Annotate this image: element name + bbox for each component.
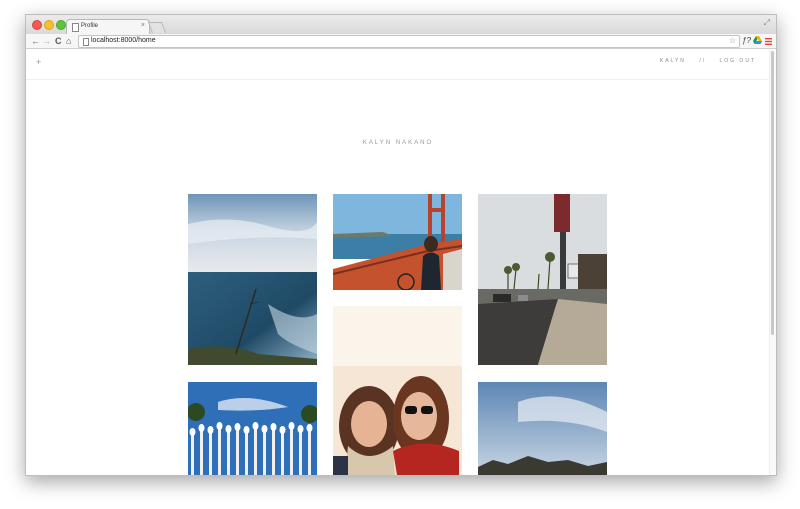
- nav-separator: //: [699, 58, 707, 64]
- title-bar: Profile × ⤢: [26, 15, 776, 35]
- nav-user-link[interactable]: KALYN: [660, 58, 686, 64]
- drive-extension-icon[interactable]: [753, 36, 762, 48]
- scrollbar[interactable]: [769, 49, 776, 475]
- logout-link[interactable]: LOG OUT: [719, 58, 756, 64]
- close-window-button[interactable]: [32, 20, 42, 30]
- scrollbar-thumb[interactable]: [771, 51, 774, 335]
- photo-lamp-posts[interactable]: [188, 382, 317, 475]
- zoom-window-button[interactable]: [56, 20, 66, 30]
- url-text: localhost:8000/home: [91, 37, 156, 44]
- new-tab-button[interactable]: [147, 22, 167, 33]
- script-extension-icon[interactable]: ƒ?: [742, 35, 751, 47]
- page-info-icon: [83, 38, 89, 46]
- tab-close-icon[interactable]: ×: [141, 22, 145, 29]
- page-content: + KALYN // LOG OUT KALYN NAKANO: [26, 49, 776, 475]
- add-icon[interactable]: +: [36, 57, 41, 67]
- browser-tab[interactable]: Profile ×: [66, 19, 150, 35]
- photo-ocean-cliff[interactable]: [188, 194, 317, 365]
- site-nav: KALYN // LOG OUT: [660, 58, 756, 64]
- fullscreen-icon[interactable]: ⤢: [764, 18, 770, 28]
- photo-golden-gate[interactable]: [333, 194, 462, 290]
- reload-button[interactable]: C: [55, 35, 62, 47]
- address-bar[interactable]: localhost:8000/home ☆: [78, 35, 740, 48]
- bookmark-star-icon[interactable]: ☆: [729, 36, 736, 45]
- header-divider: [26, 79, 770, 80]
- tab-title: Profile: [81, 23, 99, 29]
- photo-street-palms[interactable]: [478, 194, 607, 365]
- back-button[interactable]: ←: [31, 35, 40, 47]
- photo-selfie-friends[interactable]: [333, 306, 462, 475]
- profile-name: KALYN NAKANO: [362, 140, 434, 146]
- page-icon: [72, 23, 79, 32]
- browser-toolbar: ← → C ⌂ localhost:8000/home ☆ ƒ?: [26, 34, 776, 49]
- home-button[interactable]: ⌂: [66, 35, 71, 47]
- browser-window: Profile × ⤢ ← → C ⌂ localhost:8000/home …: [25, 14, 777, 476]
- menu-icon[interactable]: [765, 37, 772, 49]
- photo-hills-sky[interactable]: [478, 382, 607, 475]
- forward-button[interactable]: →: [42, 35, 51, 47]
- minimize-window-button[interactable]: [44, 20, 54, 30]
